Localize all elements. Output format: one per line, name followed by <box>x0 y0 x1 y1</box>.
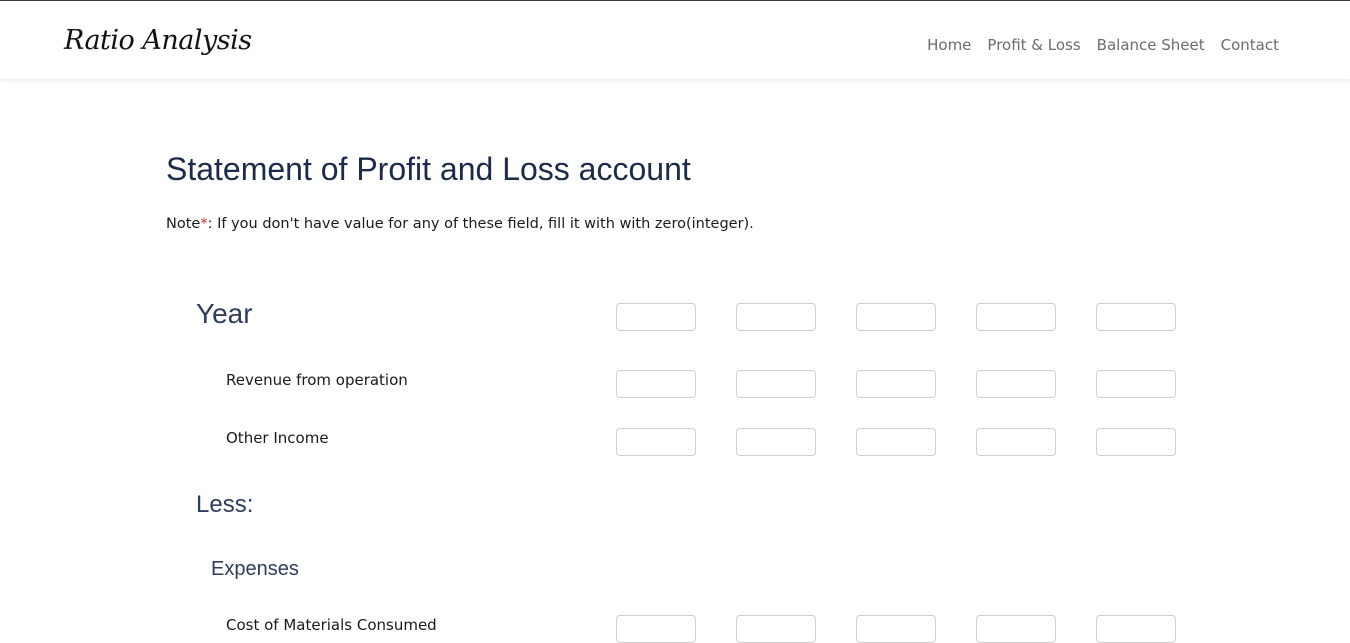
other-income-input-3[interactable] <box>856 428 936 456</box>
brand-logo[interactable]: Ratio Analysis <box>64 25 252 56</box>
revenue-input-3[interactable] <box>856 370 936 398</box>
cost-materials-input-2[interactable] <box>736 615 816 643</box>
year-input-1[interactable] <box>616 303 696 331</box>
page-title: Statement of Profit and Loss account <box>166 151 691 187</box>
revenue-input-1[interactable] <box>616 370 696 398</box>
note-body: : If you don't have value for any of the… <box>207 216 754 232</box>
other-income-input-2[interactable] <box>736 428 816 456</box>
revenue-label: Revenue from operation <box>226 371 408 389</box>
nav-contact-link[interactable]: Contact <box>1221 36 1279 54</box>
year-input-2[interactable] <box>736 303 816 331</box>
year-input-5[interactable] <box>1096 303 1176 331</box>
other-income-input-4[interactable] <box>976 428 1056 456</box>
navbar: Ratio Analysis Home Profit & Loss Balanc… <box>0 1 1350 79</box>
section-less-label: Less: <box>196 491 254 518</box>
other-income-label: Other Income <box>226 429 329 447</box>
nav-links: Home Profit & Loss Balance Sheet Contact <box>927 36 1279 54</box>
nav-balance-sheet-link[interactable]: Balance Sheet <box>1097 36 1205 54</box>
cost-materials-input-4[interactable] <box>976 615 1056 643</box>
revenue-input-4[interactable] <box>976 370 1056 398</box>
year-input-4[interactable] <box>976 303 1056 331</box>
section-expenses-label: Expenses <box>211 558 299 580</box>
other-income-input-1[interactable] <box>616 428 696 456</box>
other-income-input-5[interactable] <box>1096 428 1176 456</box>
cost-materials-input-5[interactable] <box>1096 615 1176 643</box>
required-star: * <box>200 216 208 232</box>
year-input-3[interactable] <box>856 303 936 331</box>
revenue-input-5[interactable] <box>1096 370 1176 398</box>
nav-home-link[interactable]: Home <box>927 36 971 54</box>
note-prefix: Note <box>166 216 201 232</box>
note-text: Note*: If you don't have value for any o… <box>166 216 754 232</box>
cost-materials-input-3[interactable] <box>856 615 936 643</box>
cost-materials-label: Cost of Materials Consumed <box>226 616 437 634</box>
revenue-input-2[interactable] <box>736 370 816 398</box>
section-year-label: Year <box>196 298 253 329</box>
cost-materials-input-1[interactable] <box>616 615 696 643</box>
nav-profit-loss-link[interactable]: Profit & Loss <box>987 36 1080 54</box>
